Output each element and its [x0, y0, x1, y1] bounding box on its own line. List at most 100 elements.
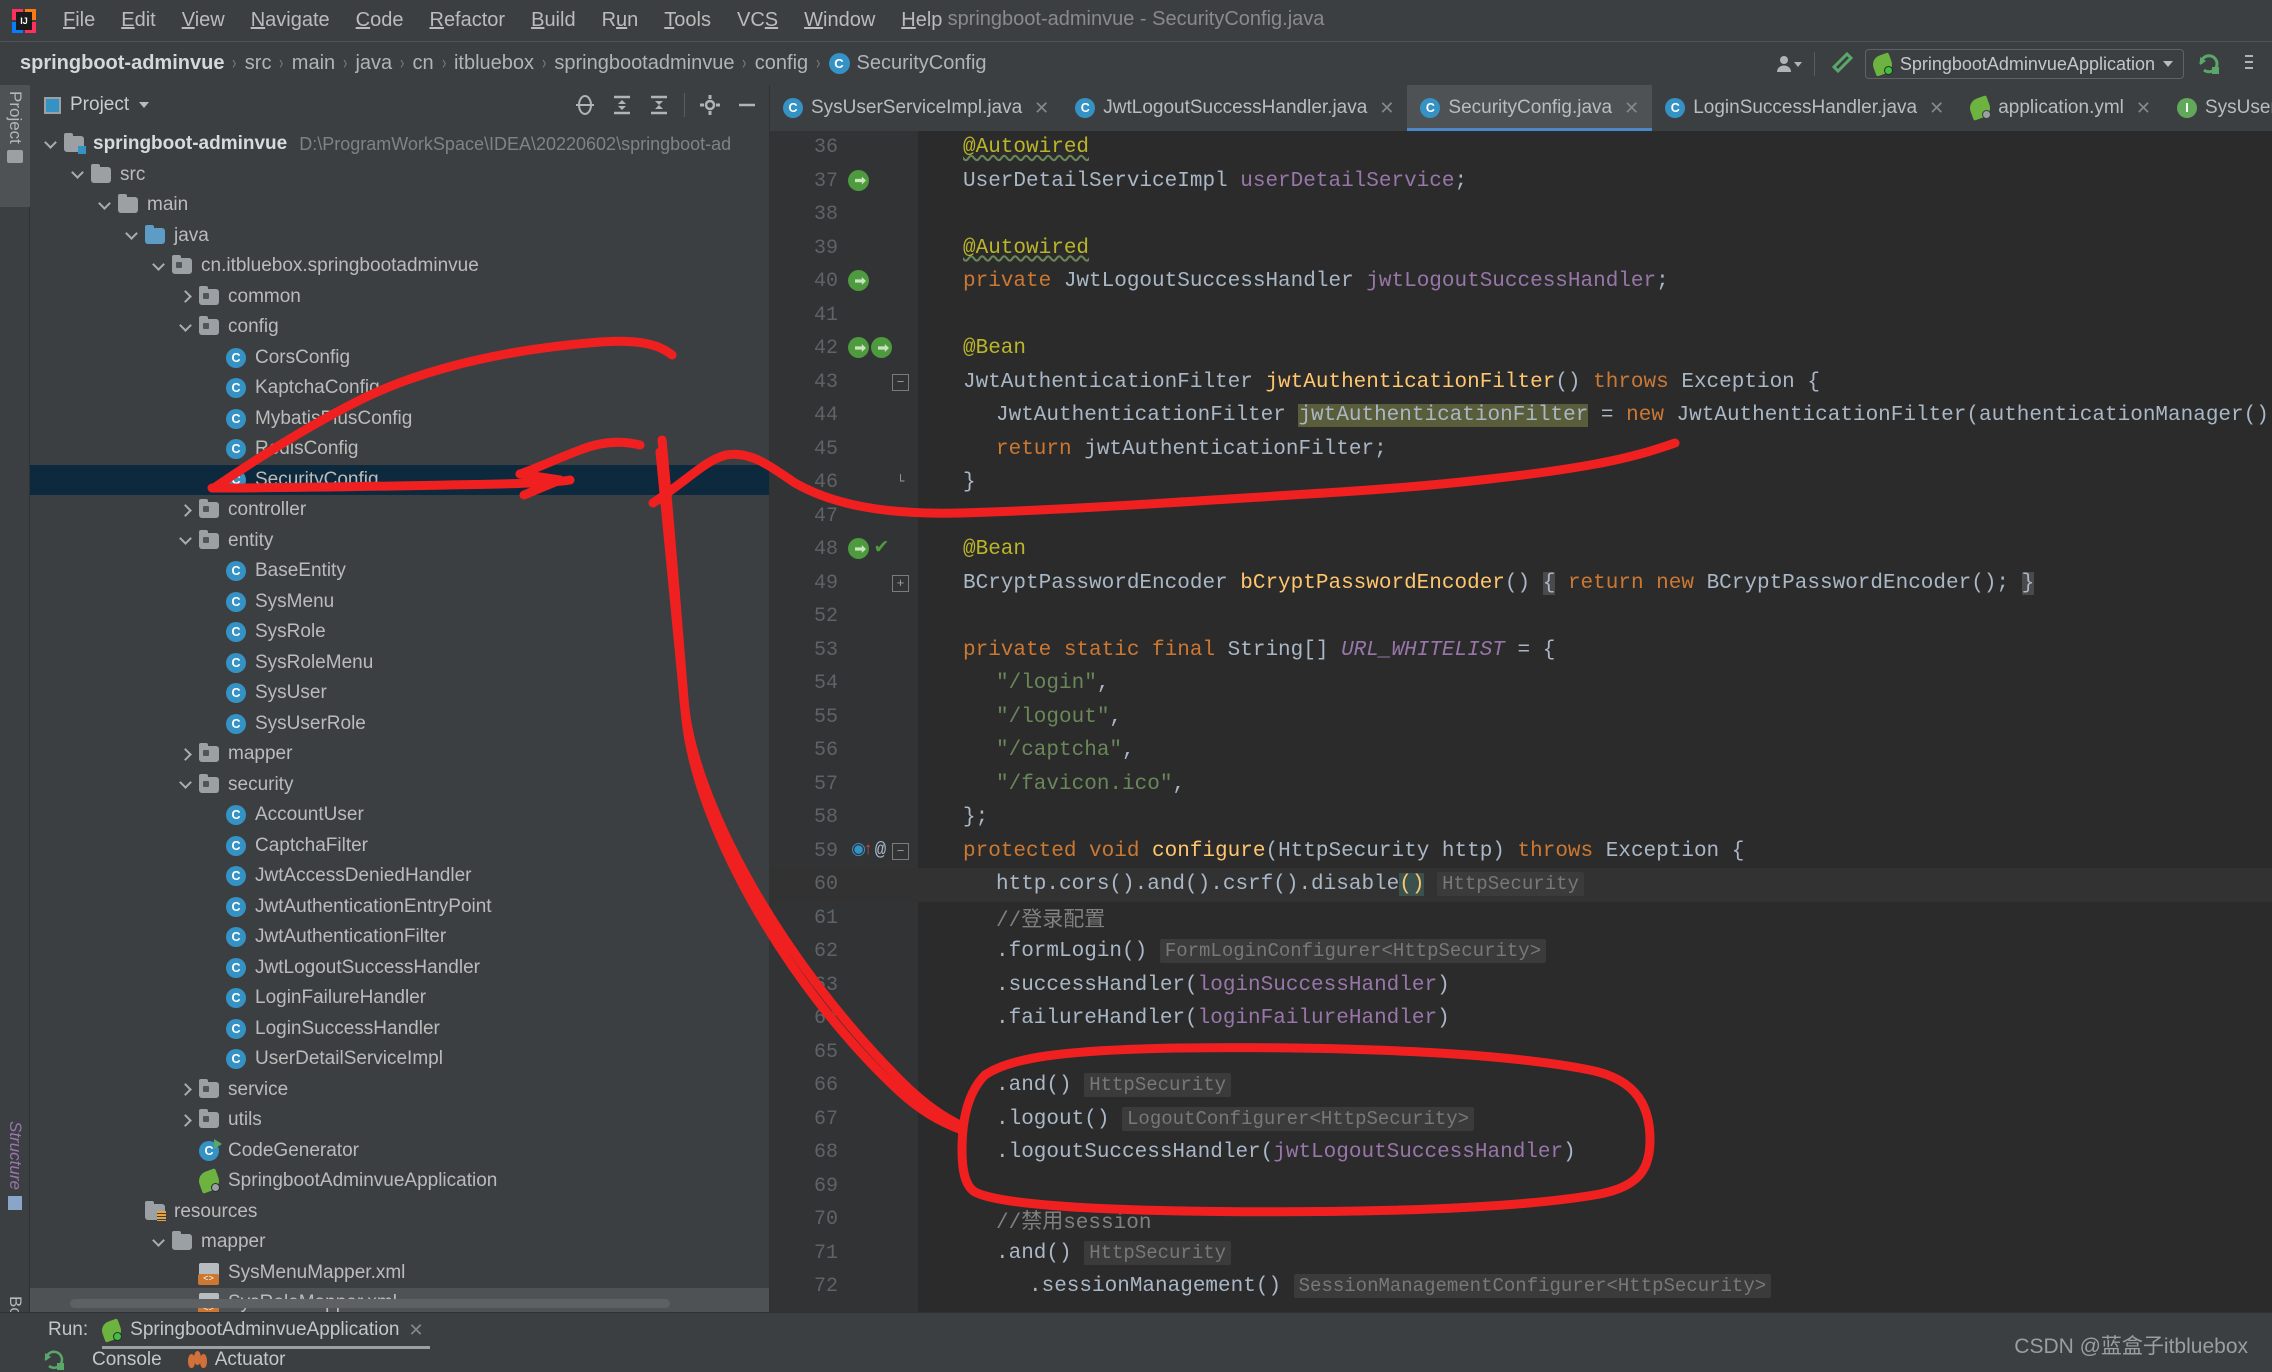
tree-node-jwtaccessdeniedhandler[interactable]: C JwtAccessDeniedHandler	[30, 861, 769, 892]
tree-node-sysuser[interactable]: C SysUser	[30, 678, 769, 709]
menu-window[interactable]: Window	[791, 5, 888, 36]
chevron-right-icon[interactable]	[179, 290, 192, 303]
code-line-44[interactable]: 44 JwtAuthenticationFilter jwtAuthenticat…	[770, 399, 2272, 433]
tree-node-userdetailserviceimpl[interactable]: C UserDetailServiceImpl	[30, 1044, 769, 1075]
breadcrumb-item[interactable]: itbluebox	[454, 52, 534, 75]
code-line-52[interactable]: 52	[770, 600, 2272, 634]
tree-node-cn-itbluebox-springbootadminvue[interactable]: cn.itbluebox.springbootadminvue	[30, 251, 769, 282]
bean-gutter-icon[interactable]	[848, 337, 869, 358]
code-line-59[interactable]: 59 ◉ ↑ @ − protected void configure(HttpSecur…	[770, 835, 2272, 869]
tree-node-resources[interactable]: resources	[30, 1197, 769, 1228]
close-icon[interactable]: ✕	[408, 1320, 423, 1341]
tree-node-jwtlogoutsuccesshandler[interactable]: C JwtLogoutSuccessHandler	[30, 953, 769, 984]
tree-node-accountuser[interactable]: C AccountUser	[30, 800, 769, 831]
tree-node-utils[interactable]: utils	[30, 1105, 769, 1136]
code-line-64[interactable]: 64 .failureHandler(loginFailureHandler)	[770, 1002, 2272, 1036]
chevron-right-icon[interactable]	[179, 1114, 192, 1127]
tree-node-sysrole[interactable]: C SysRole	[30, 617, 769, 648]
chevron-down-icon[interactable]	[179, 534, 192, 547]
tree-node-main[interactable]: main	[30, 190, 769, 221]
menu-file[interactable]: File	[50, 5, 108, 36]
chevron-down-icon[interactable]	[71, 168, 84, 181]
fold-expand-icon[interactable]: +	[892, 574, 909, 592]
tree-node-loginsuccesshandler[interactable]: C LoginSuccessHandler	[30, 1014, 769, 1045]
code-line-37[interactable]: 37 UserDetailServiceImpl userDetailServic…	[770, 165, 2272, 199]
project-tree-hscrollbar[interactable]	[70, 1299, 670, 1308]
run-button[interactable]	[2194, 49, 2224, 79]
chevron-right-icon[interactable]	[179, 504, 192, 517]
menu-code[interactable]: Code	[343, 5, 417, 36]
code-line-39[interactable]: 39 @Autowired	[770, 232, 2272, 266]
tree-node-kaptchaconfig[interactable]: C KaptchaConfig	[30, 373, 769, 404]
run-tab[interactable]: SpringbootAdminvueApplication ✕	[99, 1317, 431, 1349]
code-line-65[interactable]: 65	[770, 1036, 2272, 1070]
tree-node-config[interactable]: config	[30, 312, 769, 343]
locate-icon[interactable]	[573, 93, 597, 117]
tree-node-springbootadminvueapplication[interactable]: SpringbootAdminvueApplication	[30, 1166, 769, 1197]
code-line-69[interactable]: 69	[770, 1170, 2272, 1204]
tree-node-common[interactable]: common	[30, 282, 769, 313]
tree-node-service[interactable]: service	[30, 1075, 769, 1106]
menu-help[interactable]: Help	[888, 5, 955, 36]
code-line-42[interactable]: 42 @Bean	[770, 332, 2272, 366]
tree-node-redisconfig[interactable]: C RedisConfig	[30, 434, 769, 465]
menu-vcs[interactable]: VCS	[724, 5, 791, 36]
checkmark-gutter-icon[interactable]: ✔	[871, 538, 892, 559]
code-line-72[interactable]: 72 .sessionManagement() SessionManagement…	[770, 1270, 2272, 1304]
gear-icon[interactable]	[698, 93, 722, 117]
breadcrumb-item[interactable]: cn	[413, 52, 434, 75]
editor-tab-loginsuccesshandler-java[interactable]: C LoginSuccessHandler.java ✕	[1652, 85, 1957, 131]
breadcrumb-item[interactable]: src	[245, 52, 272, 75]
code-line-58[interactable]: 58};	[770, 801, 2272, 835]
menu-navigate[interactable]: Navigate	[238, 5, 343, 36]
menu-tools[interactable]: Tools	[651, 5, 724, 36]
code-line-61[interactable]: 61 //登录配置	[770, 902, 2272, 936]
tree-node-java[interactable]: java	[30, 221, 769, 252]
bean-gutter-icon[interactable]	[848, 169, 869, 191]
annotation-gutter-icon[interactable]: @	[870, 839, 891, 862]
code-line-45[interactable]: 45 return jwtAuthenticationFilter;	[770, 433, 2272, 467]
tree-node-controller[interactable]: controller	[30, 495, 769, 526]
menu-view[interactable]: View	[169, 5, 238, 36]
breadcrumb-item[interactable]: C SecurityConfig	[828, 52, 987, 75]
tree-node-entity[interactable]: entity	[30, 526, 769, 557]
tree-node-mapper[interactable]: mapper	[30, 739, 769, 770]
editor-tab-application-yml[interactable]: application.yml ✕	[1957, 85, 2164, 131]
chevron-right-icon[interactable]	[179, 748, 192, 761]
fold-collapse-icon[interactable]: −	[892, 842, 909, 860]
breadcrumb-item[interactable]: springboot-adminvue	[20, 52, 224, 75]
tab-console[interactable]: Console	[92, 1349, 162, 1371]
code-line-40[interactable]: 40 private JwtLogoutSuccessHandler jwtLog…	[770, 265, 2272, 299]
run-configuration-selector[interactable]: SpringbootAdminvueApplication	[1864, 49, 2184, 79]
code-line-56[interactable]: 56 "/captcha",	[770, 734, 2272, 768]
menu-refactor[interactable]: Refactor	[416, 5, 518, 36]
tree-node-mapper[interactable]: mapper	[30, 1227, 769, 1258]
code-line-54[interactable]: 54 "/login",	[770, 667, 2272, 701]
tree-node-sysmenumapper-xml[interactable]: SysMenuMapper.xml	[30, 1258, 769, 1289]
code-line-43[interactable]: 43 − JwtAuthenticationFilter jwtAuthentica…	[770, 366, 2272, 400]
tree-node-captchafilter[interactable]: C CaptchaFilter	[30, 831, 769, 862]
code-line-57[interactable]: 57 "/favicon.ico",	[770, 768, 2272, 802]
chevron-down-icon[interactable]	[139, 102, 150, 108]
tree-node-codegenerator[interactable]: C CodeGenerator	[30, 1136, 769, 1167]
close-icon[interactable]: ✕	[2136, 98, 2151, 119]
tree-node-sysuserrole[interactable]: C SysUserRole	[30, 709, 769, 740]
tree-node-src[interactable]: src	[30, 160, 769, 191]
fold-end-icon[interactable]: └	[892, 474, 909, 491]
editor-tab-jwtlogoutsuccesshandler-java[interactable]: C JwtLogoutSuccessHandler.java ✕	[1062, 85, 1407, 131]
bean-gutter-icon[interactable]	[848, 270, 869, 291]
tree-node-baseentity[interactable]: C BaseEntity	[30, 556, 769, 587]
code-lines[interactable]: 36 @Autowired 37 UserDetailServiceImpl user…	[770, 131, 2272, 1312]
tree-node-securityconfig[interactable]: C SecurityConfig	[30, 464, 769, 495]
rerun-icon[interactable]	[42, 1348, 66, 1372]
bean-gutter-icon[interactable]	[848, 538, 869, 559]
code-line-62[interactable]: 62 .formLogin() FormLoginConfigurer<HttpS…	[770, 935, 2272, 969]
breadcrumb-item[interactable]: config	[755, 52, 808, 75]
tree-node-jwtauthenticationentrypoint[interactable]: C JwtAuthenticationEntryPoint	[30, 892, 769, 923]
chevron-down-icon[interactable]	[98, 199, 111, 212]
breadcrumb-item[interactable]: springbootadminvue	[554, 52, 734, 75]
chevron-right-icon[interactable]	[179, 1083, 192, 1096]
menu-run[interactable]: Run	[589, 5, 652, 36]
editor-tab-sysuserm[interactable]: ISysUserM✕	[2164, 85, 2272, 131]
code-line-63[interactable]: 63 .successHandler(loginSuccessHandler)	[770, 969, 2272, 1003]
